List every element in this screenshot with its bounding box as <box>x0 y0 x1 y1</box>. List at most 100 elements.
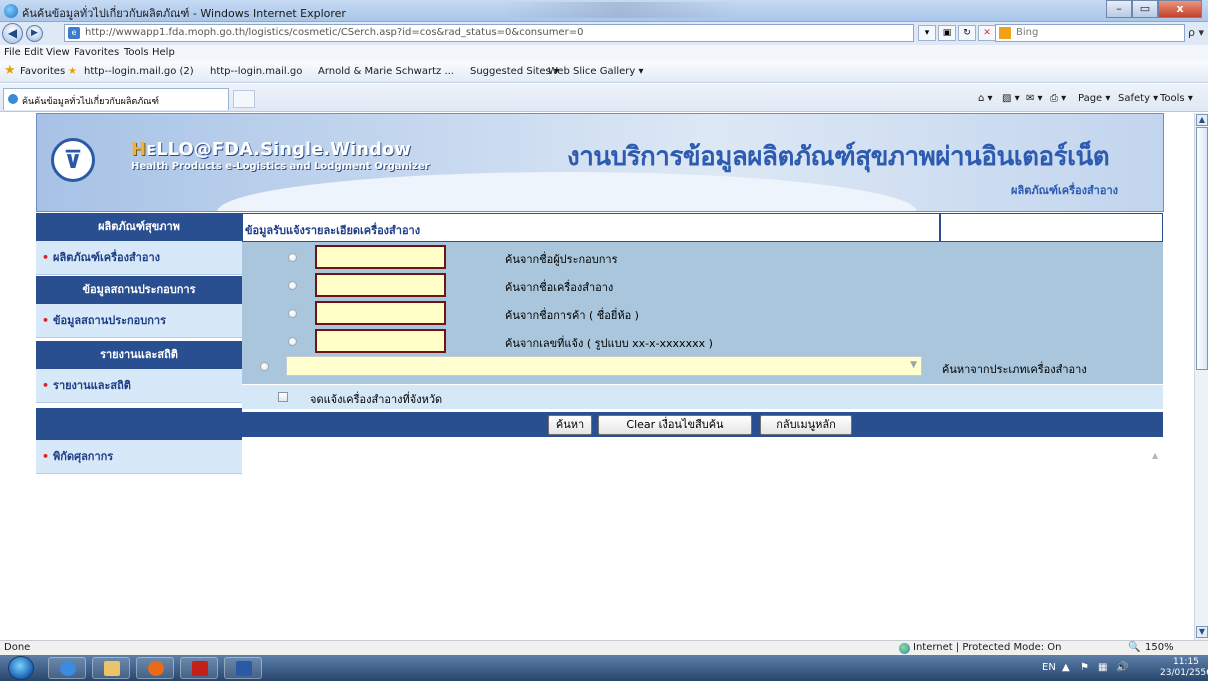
search-button[interactable]: ค้นหา <box>548 415 592 435</box>
favorite-link-1[interactable]: http--login.mail.go (2) <box>84 66 194 77</box>
favorite-link-2[interactable]: http--login.mail.go <box>210 66 302 77</box>
brand-part-h: H <box>131 139 147 160</box>
tray-network-icon[interactable]: ▦ <box>1098 662 1107 673</box>
banner-thai-title: งานบริการข้อมูลผลิตภัณฑ์สุขภาพผ่านอินเตอ… <box>567 142 1110 172</box>
print-icon[interactable]: ⎙ ▾ <box>1050 93 1066 104</box>
forward-button[interactable]: ▶ <box>26 25 43 42</box>
window-titlebar: ค้นค้นข้อมูลทั่วไปเกี่ยวกับผลิตภัณฑ์ - W… <box>0 0 1208 22</box>
brand-part-ello: ᴇLLO <box>146 139 194 160</box>
bullet-icon: • <box>42 251 50 264</box>
taskbar-explorer[interactable] <box>92 657 130 679</box>
sidebar-heading-reports: รายงานและสถิติ <box>36 341 242 369</box>
sidebar-item-establishments[interactable]: • ข้อมูลสถานประกอบการ <box>36 304 242 338</box>
url-text: http://wwwapp1.fda.moph.go.th/logistics/… <box>85 27 584 38</box>
feeds-icon[interactable]: ▧ ▾ <box>1002 93 1020 104</box>
tab-bar: ค้นค้นข้อมูลทั่วไปเกี่ยวกับผลิตภัณฑ์ ⌂ ▾… <box>0 84 1208 112</box>
radio-search-by-cosmetic-name[interactable] <box>288 281 297 290</box>
taskbar-media[interactable] <box>136 657 174 679</box>
clock-date: 23/01/2556 <box>1160 668 1208 678</box>
close-button[interactable]: x <box>1158 0 1202 18</box>
radio-search-by-type[interactable] <box>260 362 269 371</box>
compatibility-icon[interactable]: ▣ <box>938 25 956 41</box>
sidebar-item-tariff[interactable]: • พิกัดศุลกากร <box>36 440 242 474</box>
sidebar-item-label: ข้อมูลสถานประกอบการ <box>53 314 167 327</box>
tools-menu[interactable]: Tools ▾ <box>1160 93 1193 104</box>
radio-search-by-brand[interactable] <box>288 309 297 318</box>
mail-icon[interactable]: ✉ ▾ <box>1026 93 1043 104</box>
menu-edit[interactable]: Edit <box>24 47 43 58</box>
notification-number-input[interactable] <box>315 329 446 353</box>
operator-name-label: ค้นจากชื่อผู้ประกอบการ <box>505 253 618 266</box>
brand-name-label: ค้นจากชื่อการค้า ( ชื่อยี่ห้อ ) <box>505 309 639 322</box>
taskbar-ie[interactable] <box>48 657 86 679</box>
sidebar-item-reports[interactable]: • รายงานและสถิติ <box>36 369 242 403</box>
language-indicator[interactable]: EN <box>1042 662 1056 673</box>
back-to-main-menu-button[interactable]: กลับเมนูหลัก <box>760 415 852 435</box>
scrollbar-thumb[interactable] <box>1196 127 1208 370</box>
status-text: Done <box>4 642 31 653</box>
home-icon[interactable]: ⌂ ▾ <box>978 93 993 104</box>
bullet-icon: • <box>42 314 50 327</box>
taskbar-clock[interactable]: 11:15 23/01/2556 <box>1160 657 1208 679</box>
page-viewport: ⊽ HᴇLLO@FDA.Single.Window Health Product… <box>0 113 1194 640</box>
taskbar-acrobat[interactable] <box>180 657 218 679</box>
page-menu[interactable]: Page ▾ <box>1078 93 1110 104</box>
radio-search-by-notification-no[interactable] <box>288 337 297 346</box>
tab-current[interactable]: ค้นค้นข้อมูลทั่วไปเกี่ยวกับผลิตภัณฑ์ <box>3 88 229 110</box>
menu-file[interactable]: File <box>4 47 21 58</box>
results-frame-scrollbar[interactable]: ▲ <box>1150 451 1162 640</box>
scroll-up-icon[interactable]: ▲ <box>1196 114 1208 126</box>
sidebar-heading-blank <box>36 408 242 440</box>
radio-search-by-operator[interactable] <box>288 253 297 262</box>
tray-volume-icon[interactable]: 🔊 <box>1116 662 1128 673</box>
maximize-button[interactable]: ▭ <box>1132 0 1158 18</box>
page-scrollbar[interactable]: ▲ ▼ <box>1194 113 1208 640</box>
stop-icon[interactable]: ✕ <box>978 25 996 41</box>
tray-expand-icon[interactable]: ▲ <box>1062 662 1070 673</box>
clear-criteria-button[interactable]: Clear เงื่อนไขสืบค้น <box>598 415 752 435</box>
back-button[interactable]: ◀ <box>2 23 23 44</box>
address-bar: ◀ ▶ e http://wwwapp1.fda.moph.go.th/logi… <box>0 22 1208 45</box>
clock-time: 11:15 <box>1172 657 1199 667</box>
menu-tools[interactable]: Tools <box>124 47 149 58</box>
sidebar-item-cosmetics[interactable]: • ผลิตภัณฑ์เครื่องสำอาง <box>36 241 242 275</box>
sidebar-item-label: ผลิตภัณฑ์เครื่องสำอาง <box>53 251 160 264</box>
bullet-icon: • <box>42 379 50 392</box>
menu-view[interactable]: View <box>46 47 70 58</box>
favorite-link-4[interactable]: Suggested Sites ▾ <box>470 66 559 77</box>
menu-favorites[interactable]: Favorites <box>74 47 119 58</box>
operator-name-input[interactable] <box>315 245 446 269</box>
tab-favicon-icon <box>8 94 18 104</box>
cosmetic-name-input[interactable] <box>315 273 446 297</box>
refresh-icon[interactable]: ↻ <box>958 25 976 41</box>
menu-bar: File Edit View Favorites Tools Help <box>0 45 1208 61</box>
minimize-button[interactable]: – <box>1106 0 1132 18</box>
cosmetic-type-select[interactable]: ▼ <box>286 356 922 376</box>
url-input[interactable]: e http://wwwapp1.fda.moph.go.th/logistic… <box>64 24 914 42</box>
new-tab-button[interactable] <box>233 90 255 108</box>
zoom-level[interactable]: 150% <box>1145 642 1174 653</box>
window-title: ค้นค้นข้อมูลทั่วไปเกี่ยวกับผลิตภัณฑ์ - W… <box>22 7 346 20</box>
zoom-icon[interactable]: 🔍 <box>1128 642 1140 653</box>
scroll-down-icon[interactable]: ▼ <box>1196 626 1208 638</box>
favorites-button[interactable]: Favorites <box>20 66 65 77</box>
word-icon <box>236 661 252 676</box>
menu-help[interactable]: Help <box>152 47 175 58</box>
province-checkbox[interactable] <box>278 392 288 402</box>
province-checkbox-row: จดแจ้งเครื่องสำอางที่จังหวัด <box>242 385 1163 409</box>
brand-name-input[interactable] <box>315 301 446 325</box>
brand-part-fda: FDA.Single.Window <box>211 139 411 160</box>
search-input[interactable]: Bing <box>995 24 1185 42</box>
favorite-link-3[interactable]: Arnold & Marie Schwartz ... <box>318 66 454 77</box>
scroll-up-arrow-icon[interactable]: ▲ <box>1152 451 1158 460</box>
taskbar-word[interactable] <box>224 657 262 679</box>
start-button[interactable] <box>8 656 34 680</box>
sidebar-heading-health-products: ผลิตภัณฑ์สุขภาพ <box>36 213 242 241</box>
tray-flag-icon[interactable]: ⚑ <box>1080 662 1089 673</box>
safety-menu[interactable]: Safety ▾ <box>1118 93 1158 104</box>
banner-wave-decoration <box>217 172 917 211</box>
dropdown-arrow-icon[interactable]: ▾ <box>918 25 936 41</box>
search-go-icon[interactable]: ρ ▾ <box>1188 26 1204 39</box>
favorite-link-5[interactable]: Web Slice Gallery ▾ <box>548 66 644 77</box>
add-favorite-icon[interactable]: ★ <box>68 66 77 77</box>
